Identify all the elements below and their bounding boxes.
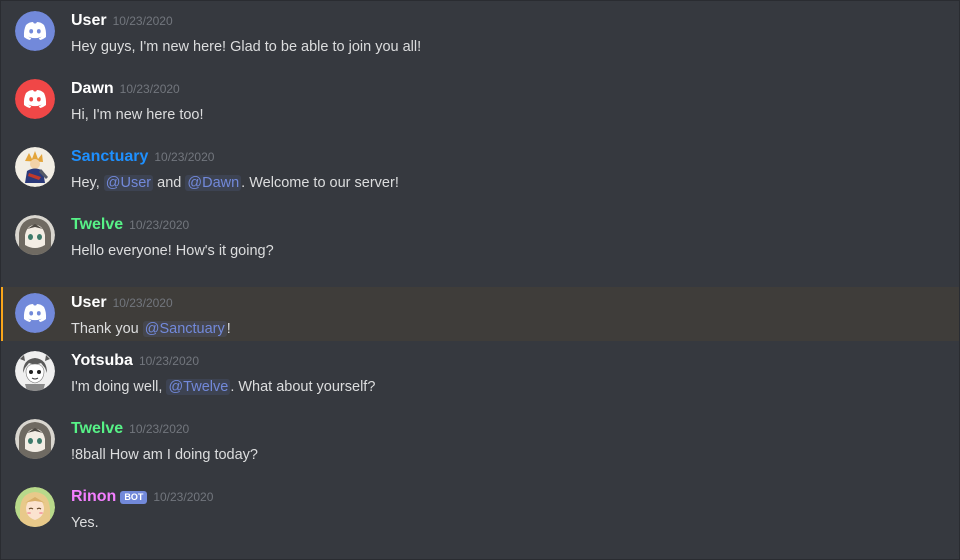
discord-logo-blurple-icon bbox=[15, 11, 55, 51]
username[interactable]: Sanctuary bbox=[71, 148, 148, 165]
message-content: Thank you @Sanctuary! bbox=[71, 319, 231, 339]
message-item: Twelve 10/23/2020 Hello everyone! How's i… bbox=[1, 209, 959, 263]
rinon-avatar-icon bbox=[15, 487, 55, 527]
message-header: Twelve 10/23/2020 bbox=[71, 420, 189, 440]
yotsuba-avatar-icon bbox=[15, 351, 55, 391]
timestamp: 10/23/2020 bbox=[138, 354, 199, 368]
mention-user[interactable]: @User bbox=[103, 175, 154, 191]
twelve-avatar-icon bbox=[15, 419, 55, 459]
timestamp: 10/23/2020 bbox=[119, 82, 180, 96]
mention-twelve[interactable]: @Twelve bbox=[166, 379, 231, 395]
timestamp: 10/23/2020 bbox=[129, 422, 190, 436]
message-content: Hi, I'm new here too! bbox=[71, 107, 204, 123]
username[interactable]: User bbox=[71, 294, 107, 311]
mention-dawn[interactable]: @Dawn bbox=[185, 175, 242, 191]
text-segment: and bbox=[153, 175, 186, 191]
avatar[interactable] bbox=[15, 419, 55, 459]
message-content: Hello everyone! How's it going? bbox=[71, 243, 274, 259]
message-header: Rinon BOT 10/23/2020 bbox=[71, 488, 213, 508]
timestamp: 10/23/2020 bbox=[129, 218, 190, 232]
message-header: Dawn 10/23/2020 bbox=[71, 80, 180, 100]
message-content: Hey, @User and @Dawn. Welcome to our ser… bbox=[71, 173, 399, 193]
username[interactable]: Rinon bbox=[71, 488, 116, 505]
text-segment: Thank you bbox=[71, 321, 143, 337]
message-header: Yotsuba 10/23/2020 bbox=[71, 352, 199, 372]
avatar[interactable] bbox=[15, 351, 55, 391]
message-header: Twelve 10/23/2020 bbox=[71, 216, 189, 236]
bot-tag: BOT bbox=[120, 490, 148, 504]
avatar[interactable] bbox=[15, 147, 55, 187]
username[interactable]: Yotsuba bbox=[71, 352, 133, 369]
message-content: Yes. bbox=[71, 515, 99, 531]
message-content: !8ball How am I doing today? bbox=[71, 447, 258, 463]
message-item: Yotsuba 10/23/2020 I'm doing well, @Twelv… bbox=[1, 345, 959, 399]
message-item: Dawn 10/23/2020 Hi, I'm new here too! bbox=[1, 73, 959, 127]
twelve-avatar-icon bbox=[15, 215, 55, 255]
discord-logo-red-icon bbox=[15, 79, 55, 119]
text-segment: Hey, bbox=[71, 175, 104, 191]
message-item: Twelve 10/23/2020 !8ball How am I doing t… bbox=[1, 413, 959, 467]
message-item: Sanctuary 10/23/2020 Hey, @User and @Dawn… bbox=[1, 141, 959, 195]
discord-logo-blurple-icon bbox=[15, 293, 55, 333]
text-segment: . Welcome to our server! bbox=[241, 175, 399, 191]
message-header: User 10/23/2020 bbox=[71, 12, 173, 32]
avatar[interactable] bbox=[15, 293, 55, 333]
timestamp: 10/23/2020 bbox=[112, 14, 173, 28]
avatar[interactable] bbox=[15, 215, 55, 255]
mention-sanctuary[interactable]: @Sanctuary bbox=[142, 321, 227, 337]
message-item-highlighted: User 10/23/2020 Thank you @Sanctuary! bbox=[1, 287, 959, 341]
timestamp: 10/23/2020 bbox=[112, 296, 173, 310]
text-segment: I'm doing well, bbox=[71, 379, 167, 395]
avatar[interactable] bbox=[15, 11, 55, 51]
chat-log: User 10/23/2020 Hey guys, I'm new here! G… bbox=[0, 0, 960, 560]
message-header: Sanctuary 10/23/2020 bbox=[71, 148, 214, 168]
timestamp: 10/23/2020 bbox=[153, 490, 214, 504]
timestamp: 10/23/2020 bbox=[154, 150, 215, 164]
text-segment: . What about yourself? bbox=[230, 379, 376, 395]
message-item: User 10/23/2020 Hey guys, I'm new here! G… bbox=[1, 5, 959, 59]
username[interactable]: Twelve bbox=[71, 420, 123, 437]
message-header: User 10/23/2020 bbox=[71, 294, 173, 314]
sanctuary-avatar-icon bbox=[15, 147, 55, 187]
text-segment: ! bbox=[226, 321, 231, 337]
username[interactable]: Twelve bbox=[71, 216, 123, 233]
message-content: I'm doing well, @Twelve. What about your… bbox=[71, 377, 375, 397]
avatar[interactable] bbox=[15, 79, 55, 119]
username[interactable]: Dawn bbox=[71, 80, 114, 97]
message-content: Hey guys, I'm new here! Glad to be able … bbox=[71, 39, 422, 55]
message-item: Rinon BOT 10/23/2020 Yes. bbox=[1, 481, 959, 535]
avatar[interactable] bbox=[15, 487, 55, 527]
username[interactable]: User bbox=[71, 12, 107, 29]
